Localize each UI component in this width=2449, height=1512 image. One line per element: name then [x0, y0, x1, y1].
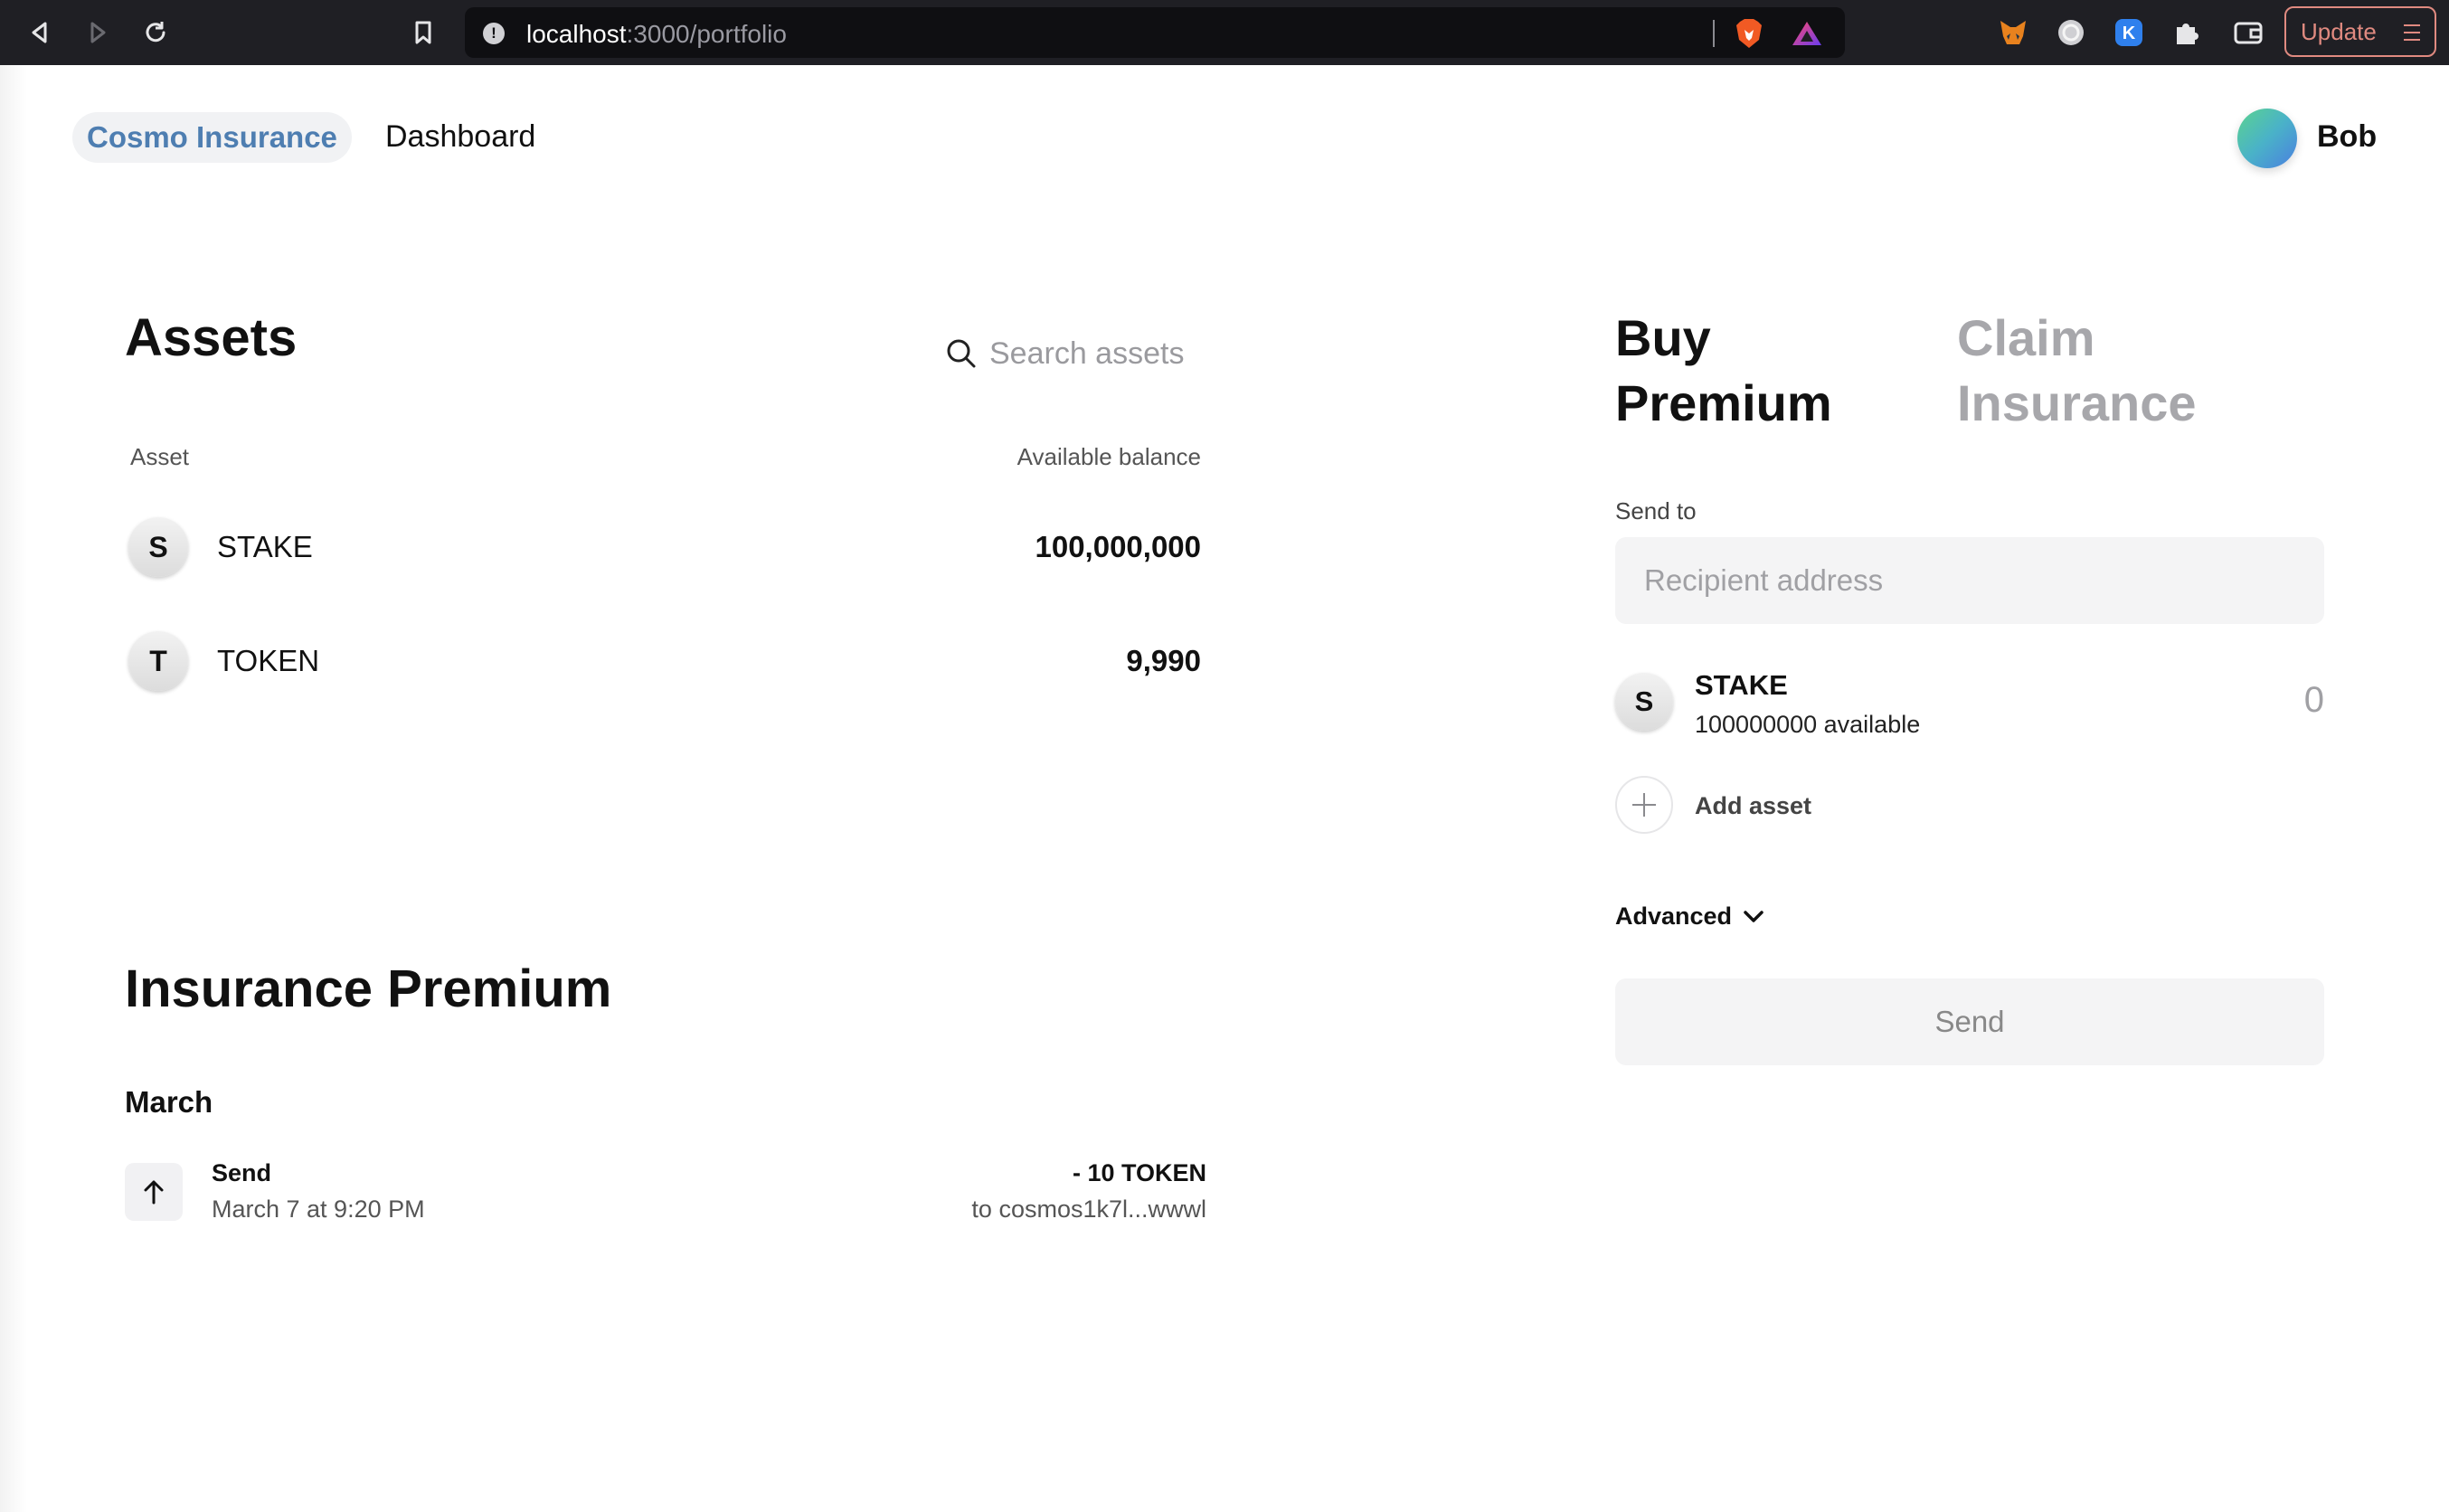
avatar[interactable] — [2237, 109, 2297, 168]
forward-icon[interactable] — [78, 13, 118, 52]
search-input[interactable]: Search assets — [989, 336, 1184, 372]
column-header-asset: Asset — [130, 443, 190, 470]
puzzle-icon[interactable] — [2169, 14, 2205, 51]
url-divider — [1713, 20, 1715, 47]
plus-icon — [1632, 793, 1656, 817]
send-button[interactable]: Send — [1615, 978, 2324, 1065]
svg-text:K: K — [2123, 24, 2136, 43]
menu-icon — [2404, 24, 2420, 46]
recipient-address-input[interactable] — [1615, 537, 2324, 624]
brave-rewards-icon[interactable] — [1791, 20, 1823, 47]
circle-extension-icon[interactable] — [2053, 14, 2089, 51]
advanced-toggle[interactable]: Advanced — [1615, 902, 1764, 931]
asset-name: STAKE — [217, 530, 313, 563]
add-asset-label[interactable]: Add asset — [1695, 792, 1811, 820]
search-assets[interactable]: Search assets — [946, 333, 1217, 373]
asset-avatar: S — [128, 517, 188, 577]
address-bar[interactable]: ! localhost:3000/portfolio — [465, 7, 1845, 58]
advanced-label: Advanced — [1615, 902, 1733, 930]
tab-claim-insurance[interactable]: Claim Insurance — [1957, 306, 2246, 436]
tab-buy-premium[interactable]: Buy Premium — [1615, 306, 1905, 436]
brave-shield-icon[interactable] — [1735, 18, 1763, 49]
selected-asset-available: 100000000 available — [1695, 711, 1921, 738]
transaction-time: March 7 at 9:20 PM — [212, 1195, 425, 1223]
arrow-up-icon — [125, 1163, 183, 1221]
transaction-recipient: to cosmos1k7l...wwwl — [971, 1195, 1206, 1223]
selected-asset-name[interactable]: STAKE — [1695, 669, 1788, 702]
browser-toolbar: ! localhost:3000/portfolio K Update — [0, 0, 2449, 65]
nav-dashboard[interactable]: Dashboard — [385, 119, 535, 155]
url-text: localhost:3000/portfolio — [526, 20, 787, 48]
brand-link[interactable]: Cosmo Insurance — [72, 112, 352, 163]
asset-avatar: T — [128, 631, 188, 691]
month-heading: March — [125, 1085, 213, 1119]
column-header-balance: Available balance — [1016, 443, 1201, 470]
chevron-down-icon — [1743, 902, 1764, 931]
selected-asset-avatar[interactable]: S — [1615, 673, 1673, 731]
asset-row[interactable]: S STAKE 100,000,000 — [128, 517, 1201, 577]
back-icon[interactable] — [20, 13, 60, 52]
update-button[interactable]: Update — [2284, 6, 2436, 57]
reload-icon[interactable] — [136, 13, 175, 52]
asset-balance: 100,000,000 — [1035, 530, 1201, 563]
assets-title: Assets — [125, 308, 298, 367]
info-icon[interactable]: ! — [483, 23, 505, 44]
page-edge-shadow — [0, 65, 27, 1512]
metamask-icon[interactable] — [1995, 14, 2031, 51]
keplr-icon[interactable]: K — [2111, 14, 2147, 51]
bookmark-icon[interactable] — [403, 13, 443, 52]
asset-row[interactable]: T TOKEN 9,990 — [128, 631, 1201, 691]
asset-name: TOKEN — [217, 644, 320, 677]
user-name[interactable]: Bob — [2317, 119, 2377, 155]
transaction-amount: - 10 TOKEN — [1072, 1159, 1206, 1186]
send-to-label: Send to — [1615, 497, 1697, 524]
add-asset-button[interactable] — [1615, 776, 1673, 834]
search-icon — [947, 339, 976, 368]
asset-balance: 9,990 — [1126, 644, 1201, 677]
wallet-icon[interactable] — [2230, 14, 2266, 51]
amount-input[interactable]: 0 — [2304, 680, 2324, 721]
transaction-type: Send — [212, 1159, 272, 1186]
insurance-premium-title: Insurance Premium — [125, 959, 612, 1018]
update-label: Update — [2301, 17, 2377, 45]
